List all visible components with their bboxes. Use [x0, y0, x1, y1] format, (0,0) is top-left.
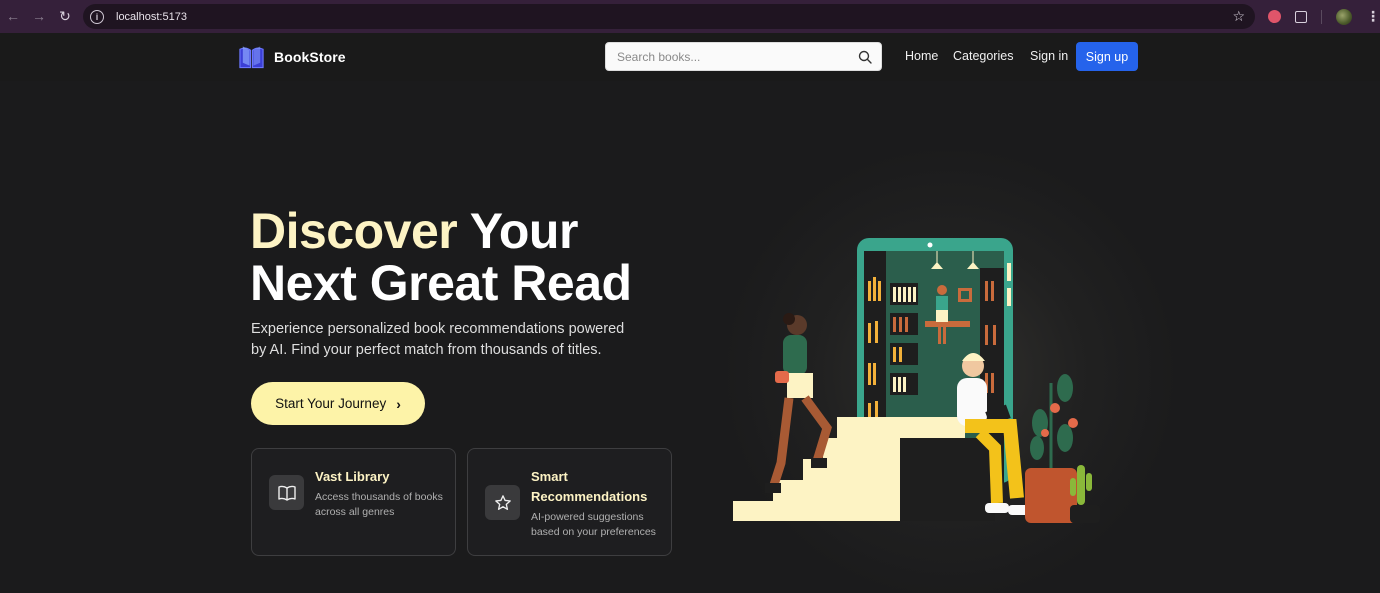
- reload-icon[interactable]: ↻: [52, 3, 78, 29]
- toolbar-divider: [1321, 9, 1322, 24]
- book-open-icon: [269, 475, 304, 510]
- hero-title-line1-rest: Your: [469, 203, 579, 259]
- feature-description: Access thousands of books across all gen…: [315, 491, 443, 518]
- feature-title: Smart Recommendations: [531, 469, 648, 504]
- forward-icon[interactable]: →: [26, 3, 52, 29]
- browser-toolbar: ← → ↻ i localhost:5173 ☆ ⋮: [0, 0, 1380, 33]
- reading-illustration: [733, 238, 1100, 523]
- brand[interactable]: BookStore: [238, 44, 346, 70]
- hero-title-accent: Discover: [250, 203, 458, 259]
- bookmark-star-icon[interactable]: ☆: [1232, 8, 1245, 25]
- site-info-icon[interactable]: i: [90, 9, 104, 24]
- nav-link-categories[interactable]: Categories: [953, 49, 1013, 63]
- feature-card-recommendations: Smart Recommendations AI-powered suggest…: [467, 448, 672, 556]
- search-box: [605, 42, 882, 71]
- hero-title-line2: Next Great Read: [250, 255, 632, 311]
- address-url[interactable]: localhost:5173: [116, 11, 187, 23]
- star-icon: [485, 485, 520, 520]
- cta-label: Start Your Journey: [275, 396, 387, 411]
- extensions-puzzle-icon[interactable]: [1295, 10, 1307, 23]
- search-input[interactable]: [606, 43, 881, 70]
- hero-title: Discover Your Next Great Read: [250, 205, 632, 309]
- search-icon[interactable]: [858, 50, 872, 64]
- feature-card-library: Vast Library Access thousands of books a…: [251, 448, 456, 556]
- browser-menu-icon[interactable]: ⋮: [1366, 8, 1380, 25]
- feature-description: AI-powered suggestions based on your pre…: [531, 511, 656, 538]
- chevron-right-icon: ›: [396, 395, 401, 412]
- brand-name: BookStore: [274, 49, 346, 65]
- app-root: BookStore Home Categories Sign in Sign u…: [0, 33, 1380, 593]
- feature-title: Vast Library: [315, 469, 390, 484]
- signup-button[interactable]: Sign up: [1076, 42, 1138, 71]
- book-logo-icon: [239, 46, 264, 69]
- address-bar[interactable]: i localhost:5173 ☆: [83, 4, 1255, 29]
- hero-subtitle: Experience personalized book recommendat…: [251, 321, 625, 358]
- back-icon[interactable]: ←: [0, 3, 26, 29]
- profile-avatar[interactable]: [1336, 8, 1352, 25]
- nav-link-signin[interactable]: Sign in: [1030, 49, 1068, 63]
- navbar: BookStore Home Categories Sign in Sign u…: [0, 33, 1380, 81]
- nav-link-home[interactable]: Home: [905, 49, 938, 63]
- start-journey-button[interactable]: Start Your Journey ›: [251, 382, 425, 425]
- extension-icon[interactable]: [1268, 10, 1281, 23]
